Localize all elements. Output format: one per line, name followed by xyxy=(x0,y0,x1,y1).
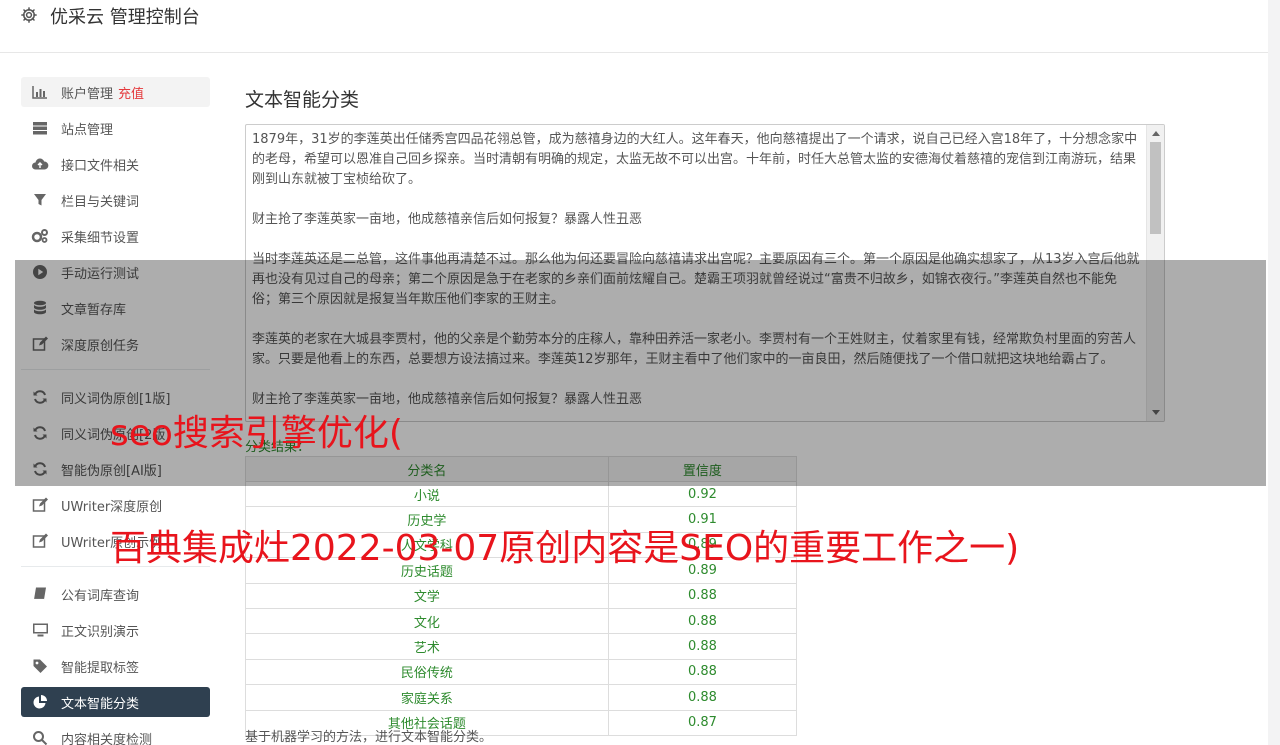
classification-table: 分类名 置信度 小说 0.92 历史学 0.91 人文学科 0.89 历史话题 0.89… xyxy=(245,456,798,736)
gear-icon[interactable] xyxy=(20,6,38,24)
text-paragraph: 1879年，31岁的李莲英出任储秀宫四品花翎总管，成为慈禧身边的大红人。这年春天… xyxy=(252,132,1138,187)
sidebar-item-api-files[interactable]: 接口文件相关 xyxy=(21,149,210,179)
confidence-cell: 0.88 xyxy=(607,633,798,660)
edit-icon xyxy=(31,496,49,514)
sidebar-item-tag-extract[interactable]: 智能提取标签 xyxy=(21,651,210,681)
gears-icon xyxy=(31,227,49,245)
sidebar-item-label: 账户管理 xyxy=(61,86,114,102)
confidence-cell: 0.88 xyxy=(607,582,798,609)
search-icon xyxy=(31,729,49,745)
category-cell: 艺术 xyxy=(245,633,609,660)
sidebar-item-sites[interactable]: 站点管理 xyxy=(21,113,210,143)
bar-chart-icon xyxy=(31,83,49,101)
pie-chart-icon xyxy=(31,693,49,711)
table-row: 民俗传统 0.88 xyxy=(245,658,798,686)
sidebar-item-uwriter-deep[interactable]: UWriter深度原创 xyxy=(21,490,210,520)
category-cell: 民俗传统 xyxy=(245,658,609,686)
top-bar: 优采云 管理控制台 xyxy=(0,0,1269,53)
monitor-icon xyxy=(31,621,49,639)
server-icon xyxy=(31,119,49,137)
sidebar-item-collect-settings[interactable]: 采集细节设置 xyxy=(21,221,210,251)
sidebar-item-label: 接口文件相关 xyxy=(61,158,140,174)
sidebar-item-label: 智能提取标签 xyxy=(61,660,140,676)
sidebar-item-label: UWriter深度原创 xyxy=(61,499,163,515)
category-cell: 家庭关系 xyxy=(245,684,609,711)
sidebar-item-label: 采集细节设置 xyxy=(61,230,140,246)
sidebar-item-body-detection[interactable]: 正文识别演示 xyxy=(21,615,210,645)
table-row: 文化 0.88 xyxy=(245,607,798,635)
sidebar-item-account[interactable]: 账户管理 充值 xyxy=(21,77,210,107)
sidebar-item-label: 站点管理 xyxy=(61,122,114,138)
confidence-cell: 0.88 xyxy=(607,658,798,686)
sidebar-item-label: 正文识别演示 xyxy=(61,624,140,640)
text-paragraph: 财主抢了李莲英家一亩地，他成慈禧亲信后如何报复？暴露人性丑恶 xyxy=(252,212,643,227)
edit-icon xyxy=(31,532,49,550)
sidebar-item-columns-keywords[interactable]: 栏目与关键词 xyxy=(21,185,210,215)
filter-icon xyxy=(31,191,49,209)
method-note: 基于机器学习的方法，进行文本智能分类。 xyxy=(245,730,493,745)
confidence-cell: 0.88 xyxy=(607,684,798,711)
category-cell: 文学 xyxy=(245,582,609,609)
recharge-link[interactable]: 充值 xyxy=(118,83,144,102)
tag-icon xyxy=(31,657,49,675)
table-row: 家庭关系 0.88 xyxy=(245,684,798,711)
sidebar-item-text-classify[interactable]: 文本智能分类 xyxy=(21,687,210,717)
sidebar-item-label: 内容相关度检测 xyxy=(61,732,153,745)
table-row: 文学 0.88 xyxy=(245,582,798,609)
scroll-up-arrow-icon[interactable] xyxy=(1152,131,1160,136)
sidebar-item-relevance-check[interactable]: 内容相关度检测 xyxy=(21,723,210,745)
sidebar-item-public-lexicon[interactable]: 公有词库查询 xyxy=(21,579,210,609)
confidence-cell: 0.88 xyxy=(607,607,798,635)
category-cell: 文化 xyxy=(245,607,609,635)
watermark-line-2: 百典集成灶2022-03-07原创内容是SEO的重要工作之一) xyxy=(110,528,1020,569)
page-scrollbar[interactable] xyxy=(1268,0,1280,745)
watermark-line-1: seo搜索引擎优化( xyxy=(110,413,403,454)
sidebar-item-label: 文本智能分类 xyxy=(61,696,140,712)
console-title: 优采云 管理控制台 xyxy=(50,7,200,28)
book-icon xyxy=(31,585,49,603)
cloud-upload-icon xyxy=(31,155,49,173)
scroll-thumb[interactable] xyxy=(1150,142,1161,234)
page-title: 文本智能分类 xyxy=(245,89,360,111)
table-row: 艺术 0.88 xyxy=(245,633,798,660)
confidence-cell: 0.87 xyxy=(607,709,798,736)
sidebar-item-label: 栏目与关键词 xyxy=(61,194,140,210)
sidebar-item-label: 公有词库查询 xyxy=(61,588,140,604)
